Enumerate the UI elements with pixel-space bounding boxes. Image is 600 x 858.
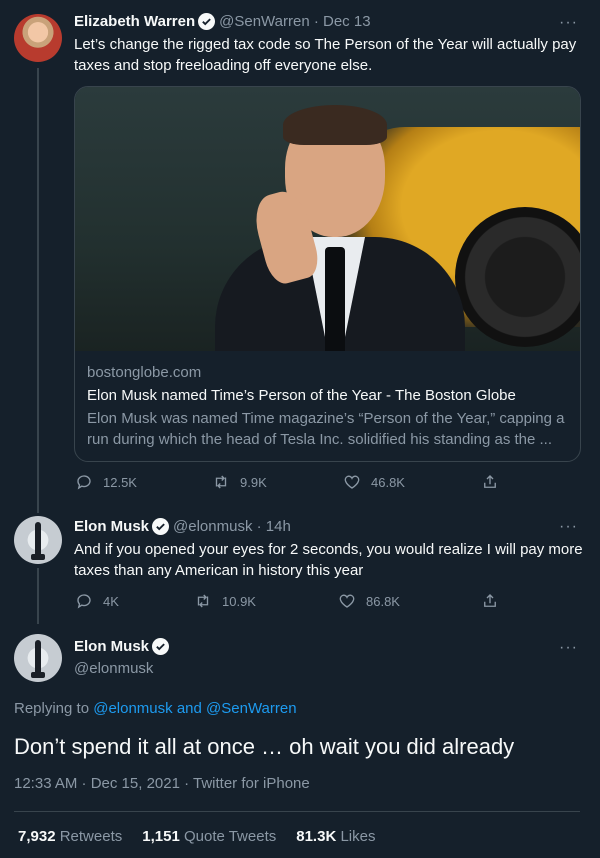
tweet-header: Elon Musk @elonmusk · 14h — [74, 518, 291, 535]
like-button[interactable]: 46.8K — [343, 473, 405, 491]
more-icon[interactable]: ··· — [559, 15, 578, 31]
retweet-button[interactable]: 10.9K — [194, 592, 256, 610]
verified-badge-icon — [198, 13, 216, 30]
reply-mention-senwarren[interactable]: @SenWarren — [206, 700, 297, 717]
retweet-count: 9.9K — [240, 474, 267, 490]
share-button[interactable] — [481, 473, 509, 491]
main-tweet-text: Don’t spend it all at once … oh wait you… — [14, 734, 515, 759]
main-author: Elon Musk — [74, 638, 173, 655]
author-name[interactable]: Elon Musk — [74, 518, 149, 535]
reply-button[interactable]: 4K — [75, 592, 119, 610]
share-icon — [484, 594, 496, 607]
retweets-stat[interactable]: 7,932 Retweets — [18, 828, 122, 845]
card-title: Elon Musk named Time’s Person of the Yea… — [87, 387, 516, 404]
reply-and: and — [172, 700, 207, 717]
more-icon[interactable]: ··· — [559, 640, 578, 656]
reply-count: 4K — [103, 593, 119, 609]
like-icon — [344, 475, 360, 489]
author-name[interactable]: Elon Musk — [74, 638, 149, 655]
author-handle[interactable]: @elonmusk — [74, 660, 153, 677]
tweet-timestamp[interactable]: 12:33 AM · Dec 15, 2021 · Twitter for iP… — [14, 775, 310, 792]
divider — [14, 811, 580, 812]
reply-count: 12.5K — [103, 474, 137, 490]
card-description: Elon Musk was named Time magazine’s “Per… — [87, 410, 565, 448]
tweet-warren[interactable]: Elizabeth Warren @SenWarren · Dec 13 ···… — [0, 0, 600, 510]
author-name[interactable]: Elizabeth Warren — [74, 13, 195, 30]
avatar-musk-main[interactable] — [14, 634, 62, 682]
like-button[interactable]: 86.8K — [338, 592, 400, 610]
share-button[interactable] — [481, 592, 509, 610]
likes-stat[interactable]: 81.3K Likes — [296, 828, 375, 845]
like-count: 86.8K — [366, 593, 400, 609]
like-count: 46.8K — [371, 474, 405, 490]
link-card[interactable]: bostonglobe.com Elon Musk named Time’s P… — [74, 86, 581, 462]
replying-to: Replying to @elonmusk and @SenWarren — [14, 700, 297, 717]
share-icon — [484, 475, 496, 488]
retweet-icon — [197, 594, 209, 608]
like-icon — [339, 594, 355, 608]
tweet-text: Let’s change the rigged tax code so The … — [74, 36, 577, 74]
tweet-musk-reply[interactable]: Elon Musk @elonmusk · 14h ··· And if you… — [0, 510, 600, 625]
card-image — [75, 87, 580, 351]
tweet-text: And if you opened your eyes for 2 second… — [74, 541, 583, 579]
avatar-musk[interactable] — [14, 516, 62, 564]
avatar-warren[interactable] — [14, 14, 62, 62]
verified-badge-icon — [152, 638, 170, 655]
author-handle[interactable]: @SenWarren · Dec 13 — [219, 13, 370, 30]
reply-mention-elonmusk[interactable]: @elonmusk — [93, 700, 172, 717]
card-body: bostonglobe.com Elon Musk named Time’s P… — [87, 363, 567, 450]
reply-icon — [77, 594, 91, 609]
author-handle[interactable]: @elonmusk · 14h — [173, 518, 291, 535]
card-domain: bostonglobe.com — [87, 364, 202, 381]
retweet-count: 10.9K — [222, 593, 256, 609]
reply-icon — [77, 475, 91, 490]
more-icon[interactable]: ··· — [559, 519, 578, 535]
reply-button[interactable]: 12.5K — [75, 473, 137, 491]
tweet-header: Elizabeth Warren @SenWarren · Dec 13 — [74, 13, 371, 30]
engagement-stats: 7,932 Retweets 1,151 Quote Tweets 81.3K … — [18, 828, 395, 845]
retweet-icon — [215, 475, 227, 489]
retweet-button[interactable]: 9.9K — [212, 473, 267, 491]
replying-prefix: Replying to — [14, 700, 94, 717]
verified-badge-icon — [152, 518, 170, 535]
quote-tweets-stat[interactable]: 1,151 Quote Tweets — [142, 828, 276, 845]
